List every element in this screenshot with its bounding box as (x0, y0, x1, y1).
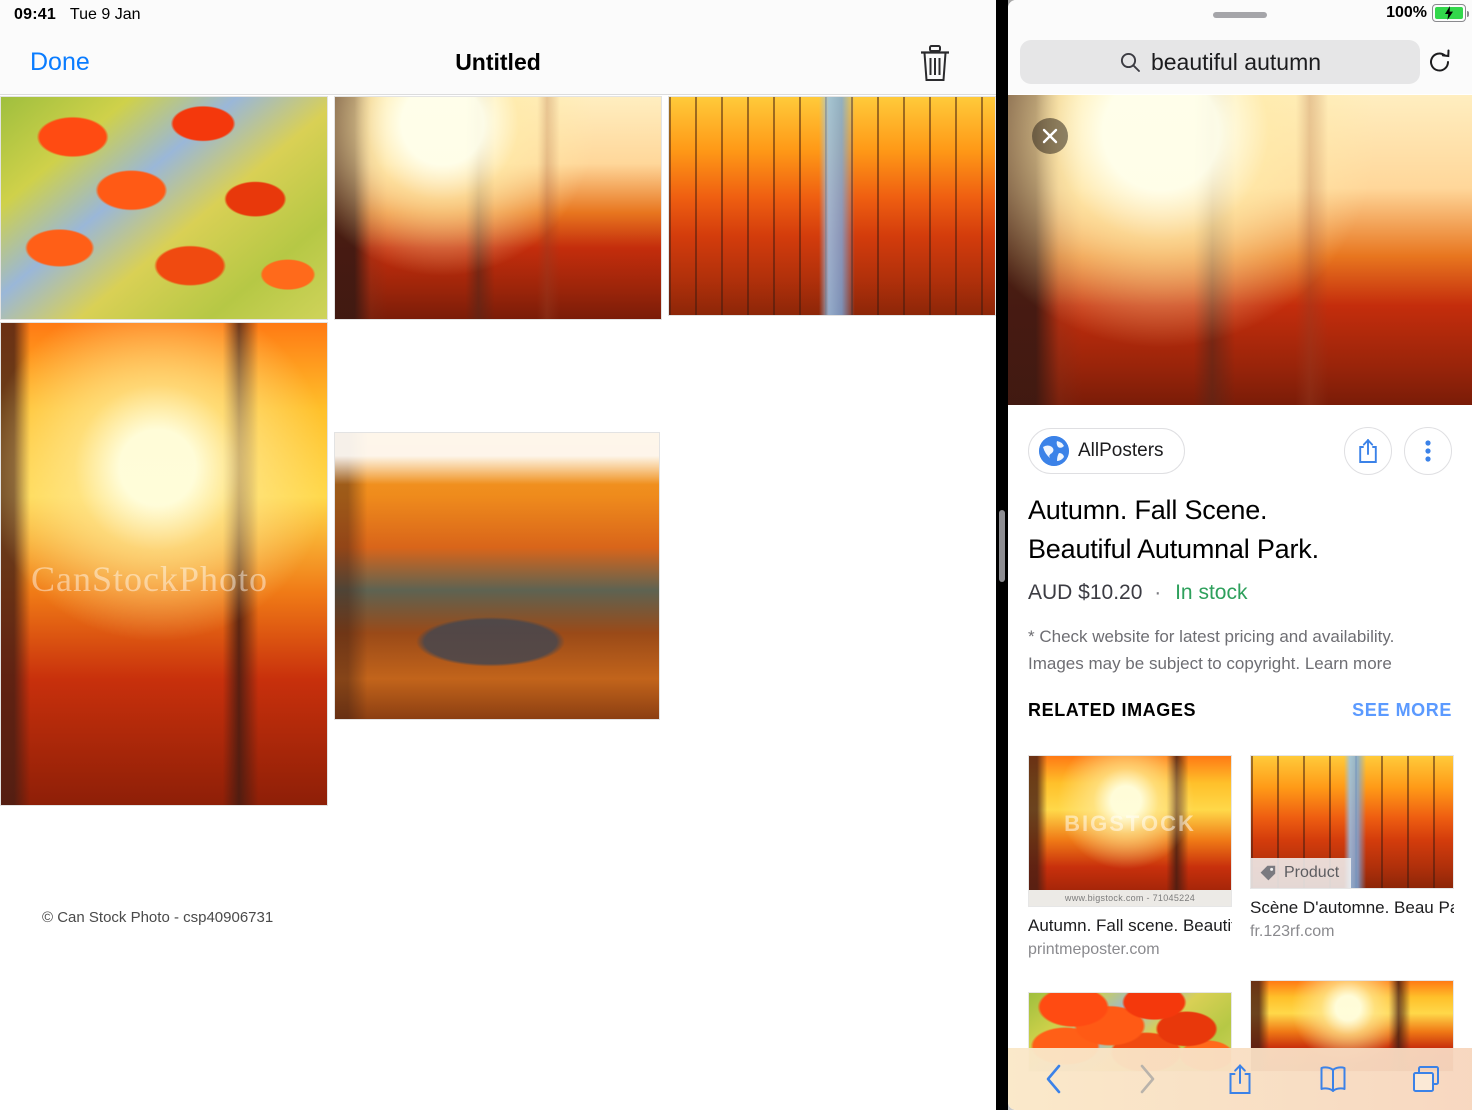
battery-percent: 100% (1386, 4, 1427, 21)
bigstock-watermark: BIGSTOCK (1064, 810, 1196, 836)
share-button[interactable] (1344, 427, 1392, 475)
hero-image-content (1008, 95, 1472, 405)
status-date: Tue 9 Jan (69, 6, 141, 23)
share-toolbar-button[interactable] (1214, 1057, 1266, 1101)
trash-icon[interactable] (916, 42, 954, 84)
related-title-1: Autumn. Fall scene. Beautif… (1028, 916, 1232, 935)
product-price: AUD $10.20 (1028, 581, 1143, 605)
battery-status: 100% (1386, 4, 1469, 22)
related-item-1[interactable]: BIGSTOCK www.bigstock.com - 71045224 Aut… (1028, 755, 1232, 959)
bookmarks-button[interactable] (1307, 1057, 1359, 1101)
related-thumbnail-1[interactable]: BIGSTOCK www.bigstock.com - 71045224 (1028, 755, 1232, 907)
left-status-bar: 09:41 Tue 9 Jan (0, 0, 996, 30)
source-row: AllPosters (1028, 427, 1452, 475)
browser-search-bar-row: beautiful autumn (1008, 30, 1472, 94)
page-title: Untitled (455, 48, 541, 75)
source-name: AllPosters (1078, 440, 1164, 461)
product-badge-label: Product (1284, 864, 1340, 881)
related-column-right: Product Scène D'automne. Beau Pa… fr.123… (1250, 755, 1454, 959)
price-row: AUD $10.20 · In stock (1028, 581, 1452, 605)
tabs-button[interactable] (1400, 1057, 1452, 1101)
canstockphoto-watermark: CanStockPhoto (31, 559, 269, 599)
source-chip-allposters[interactable]: AllPosters (1028, 428, 1185, 474)
product-title-line-1: Autumn. Fall Scene. (1028, 495, 1268, 525)
disclaimer-line-1: * Check website for latest pricing and a… (1028, 627, 1395, 647)
tag-icon (1260, 865, 1276, 881)
reload-icon[interactable] (1420, 40, 1460, 84)
canvas-image-sunlit-forest[interactable] (334, 96, 662, 320)
related-item-2[interactable]: Product Scène D'automne. Beau Pa… fr.123… (1250, 755, 1454, 941)
search-query-text: beautiful autumn (1150, 48, 1322, 75)
canvas-image-autumn-avenue[interactable] (668, 96, 996, 316)
status-time: 09:41 (14, 6, 56, 23)
note-canvas[interactable]: CanStockPhoto © Can Stock Photo - csp409… (0, 96, 996, 1110)
left-nav-bar: Done Untitled (0, 30, 996, 95)
bigstock-watermark-footer: www.bigstock.com - 71045224 (1029, 890, 1231, 906)
battery-icon (1432, 4, 1469, 22)
product-info-panel: AllPosters Autumn. Fall Scene. Beautiful… (1008, 405, 1472, 721)
product-title: Autumn. Fall Scene. Beautiful Autumnal P… (1028, 491, 1452, 569)
product-badge: Product (1251, 858, 1352, 888)
slide-over-handle[interactable] (1213, 12, 1267, 18)
canvas-image-sunburst-park[interactable]: CanStockPhoto (0, 322, 328, 806)
price-separator: · (1154, 581, 1162, 605)
globe-icon (1039, 436, 1069, 466)
right-app-window: 100% beautiful autumn AllPosters Autumn.… (1008, 0, 1472, 1110)
right-status-bar: 100% (1008, 0, 1472, 30)
canvas-image-park-bridge[interactable] (334, 432, 660, 720)
charging-bolt-icon (1445, 6, 1453, 20)
more-vertical-icon[interactable] (1404, 427, 1452, 475)
split-view-grabber[interactable] (999, 510, 1005, 582)
disclaimer: * Check website for latest pricing and a… (1028, 623, 1452, 677)
related-images-grid: BIGSTOCK www.bigstock.com - 71045224 Aut… (1028, 755, 1454, 959)
left-app-window: 09:41 Tue 9 Jan Done Untitled CanStockPh… (0, 0, 996, 1110)
related-images-header: RELATED IMAGES SEE MORE (1028, 700, 1452, 721)
see-more-button[interactable]: SEE MORE (1352, 700, 1452, 721)
related-thumbnail-2[interactable]: Product (1250, 755, 1454, 889)
canstockphoto-caption: © Can Stock Photo - csp40906731 (42, 909, 274, 926)
related-title-2: Scène D'automne. Beau Pa… (1250, 898, 1454, 917)
back-button[interactable] (1028, 1057, 1080, 1101)
product-title-line-2: Beautiful Autumnal Park. (1028, 534, 1319, 565)
related-column-left: BIGSTOCK www.bigstock.com - 71045224 Aut… (1028, 755, 1232, 959)
browser-toolbar (1008, 1048, 1472, 1110)
close-icon[interactable] (1032, 118, 1068, 154)
status-badge: In stock (1175, 581, 1248, 605)
canvas-image-maple-leaves[interactable] (0, 96, 328, 320)
screen-root: Ballard needed for Seattle … parkways.se… (0, 0, 1472, 1110)
disclaimer-line-2[interactable]: Images may be subject to copyright. Lear… (1028, 650, 1452, 677)
search-input[interactable]: beautiful autumn (1020, 40, 1420, 84)
forward-button[interactable] (1121, 1057, 1173, 1101)
related-site-1: printmeposter.com (1028, 941, 1160, 958)
search-icon (1120, 52, 1140, 72)
related-site-2: fr.123rf.com (1250, 923, 1335, 940)
related-images-title: RELATED IMAGES (1028, 699, 1197, 720)
split-view-divider (996, 0, 1008, 1110)
hero-image[interactable] (1008, 95, 1472, 405)
